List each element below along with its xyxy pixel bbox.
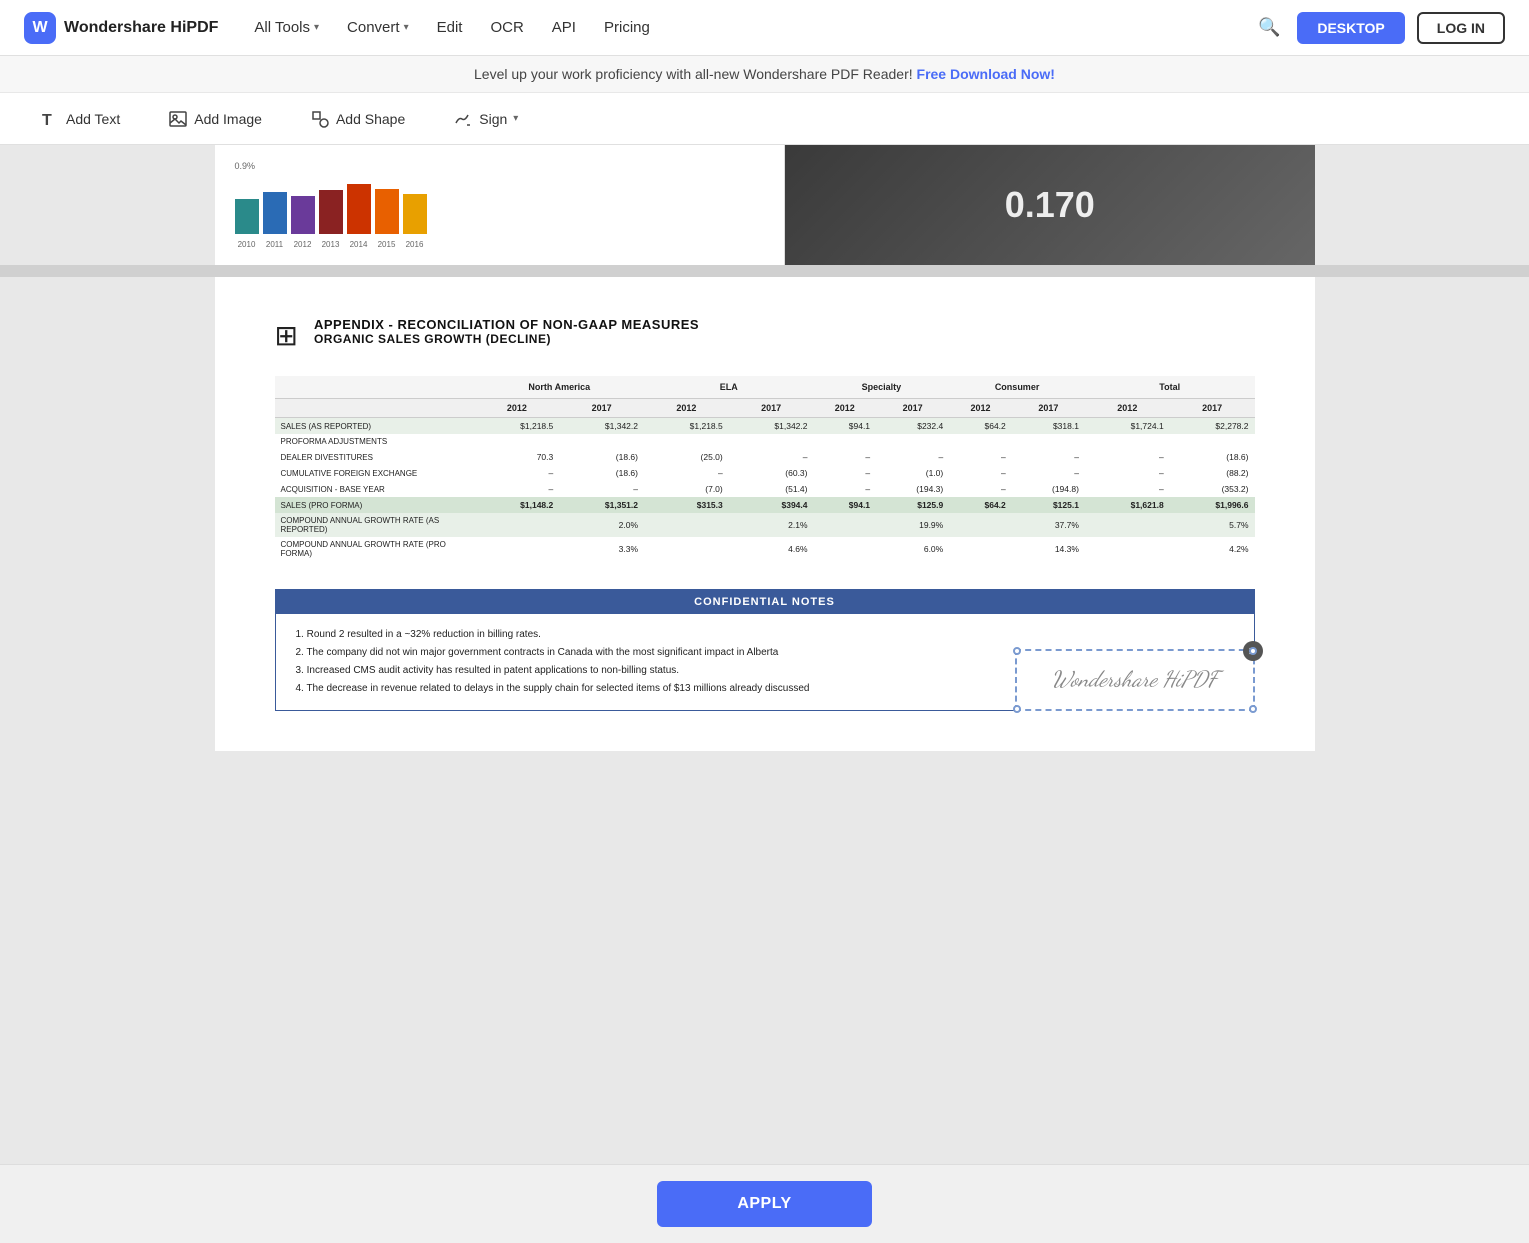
appendix-header: ⊞ APPENDIX - RECONCILIATION OF NON-GAAP …	[275, 317, 1255, 352]
nav-api[interactable]: API	[540, 13, 588, 42]
search-icon[interactable]: 🔍	[1253, 12, 1285, 44]
add-shape-button[interactable]: Add Shape	[302, 103, 413, 135]
editor-toolbar: T Add Text Add Image Add Shape	[0, 93, 1529, 145]
table-row: PROFORMA ADJUSTMENTS	[275, 434, 1255, 449]
main-content: 0.9% 2010 2011 2012 2013 2014 2015	[0, 145, 1529, 1236]
logo[interactable]: W Wondershare HiPDF	[24, 12, 218, 44]
header-right: 🔍 DESKTOP LOG IN	[1253, 12, 1505, 44]
table-row: DEALER DIVESTITURES70.3(18.6)(25.0)–––––…	[275, 449, 1255, 465]
apply-button[interactable]: APPLY	[657, 1181, 871, 1227]
table-row: COMPOUND ANNUAL GROWTH RATE (PRO FORMA)3…	[275, 537, 1255, 561]
sign-button[interactable]: Sign ▾	[445, 103, 526, 135]
nav-edit[interactable]: Edit	[425, 13, 475, 42]
corner-handle-br[interactable]	[1249, 705, 1257, 713]
apply-bar: APPLY	[0, 1164, 1529, 1243]
shape-icon	[310, 109, 330, 129]
promo-link[interactable]: Free Download Now!	[917, 66, 1055, 82]
main-header: W Wondershare HiPDF All Tools ▾ Convert …	[0, 0, 1529, 56]
bottom-spacer	[0, 771, 1529, 851]
table-row: SALES (AS REPORTED)$1,218.5$1,342.2$1,21…	[275, 418, 1255, 435]
confidential-header: CONFIDENTIAL NOTES	[276, 590, 1254, 614]
appendix-icon: ⊞	[275, 319, 298, 352]
document-page: ⊞ APPENDIX - RECONCILIATION OF NON-GAAP …	[215, 277, 1315, 751]
table-header-years: 2012 2017 2012 2017 2012 2017 2012 2017 …	[275, 399, 1255, 418]
signature-box: ✕ Wondershare HiPDF	[1015, 649, 1255, 711]
nav-pricing[interactable]: Pricing	[592, 13, 662, 42]
login-button[interactable]: LOG IN	[1417, 12, 1505, 44]
signature-widget[interactable]: ✕ Wondershare HiPDF	[1015, 649, 1255, 711]
appendix-titles: APPENDIX - RECONCILIATION OF NON-GAAP ME…	[314, 317, 699, 346]
table-row: ACQUISITION - BASE YEAR––(7.0)(51.4)–(19…	[275, 481, 1255, 497]
desktop-button[interactable]: DESKTOP	[1297, 12, 1404, 44]
table-row: CUMULATIVE FOREIGN EXCHANGE–(18.6)–(60.3…	[275, 465, 1255, 481]
nav-all-tools[interactable]: All Tools ▾	[242, 13, 331, 42]
data-table-wrapper: North America ELA Specialty Consumer Tot…	[275, 376, 1255, 561]
chart-percent: 0.170	[1005, 184, 1095, 226]
promo-banner: Level up your work proficiency with all-…	[0, 56, 1529, 93]
logo-icon: W	[24, 12, 56, 44]
financial-table: North America ELA Specialty Consumer Tot…	[275, 376, 1255, 561]
corner-handle-tl[interactable]	[1013, 647, 1021, 655]
sign-icon	[453, 109, 473, 129]
logo-text: Wondershare HiPDF	[64, 19, 218, 37]
text-icon: T	[40, 109, 60, 129]
signature-text: Wondershare HiPDF	[1041, 667, 1229, 693]
corner-handle-tr[interactable]	[1249, 647, 1257, 655]
table-row: SALES (PRO FORMA)$1,148.2$1,351.2$315.3$…	[275, 497, 1255, 513]
table-body: SALES (AS REPORTED)$1,218.5$1,342.2$1,21…	[275, 418, 1255, 562]
add-text-button[interactable]: T Add Text	[32, 103, 128, 135]
table-row: COMPOUND ANNUAL GROWTH RATE (AS REPORTED…	[275, 513, 1255, 537]
chevron-down-icon: ▾	[513, 113, 518, 124]
add-image-button[interactable]: Add Image	[160, 103, 270, 135]
corner-handle-bl[interactable]	[1013, 705, 1021, 713]
table-header-groups: North America ELA Specialty Consumer Tot…	[275, 376, 1255, 399]
chevron-down-icon: ▾	[404, 22, 409, 33]
image-icon	[168, 109, 188, 129]
svg-text:T: T	[42, 112, 52, 129]
note-1: 1. Round 2 resulted in a ~32% reduction …	[296, 626, 1234, 644]
divider	[0, 265, 1529, 277]
nav-convert[interactable]: Convert ▾	[335, 13, 421, 42]
chevron-down-icon: ▾	[314, 22, 319, 33]
nav-ocr[interactable]: OCR	[478, 13, 535, 42]
nav-menu: All Tools ▾ Convert ▾ Edit OCR API Prici…	[242, 13, 1229, 42]
